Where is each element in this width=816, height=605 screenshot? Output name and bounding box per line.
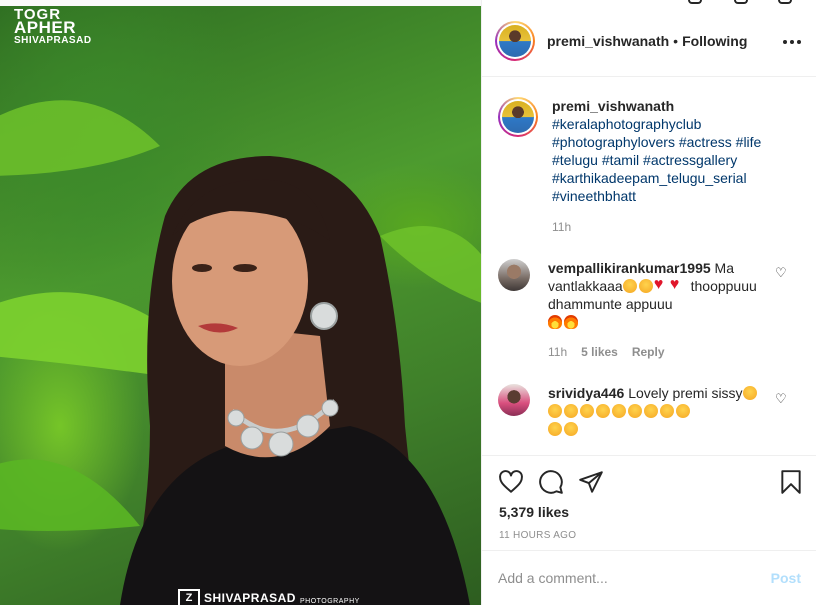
kiss-emoji-icon (564, 404, 578, 418)
photographer-watermark-top: TOGR APHER SHIVAPRASAD (14, 7, 92, 47)
hashtag-line-1[interactable]: #keralaphotographyclub (552, 115, 782, 133)
hashtag-line-5[interactable]: #vineethbhatt (552, 187, 782, 205)
comment-likes[interactable]: 5 likes (581, 343, 618, 361)
comment-item: srividya446 Lovely premi sissy (498, 384, 798, 438)
more-icon[interactable] (783, 40, 801, 44)
kiss-emoji-icon (612, 404, 626, 418)
photo-illustration (0, 100, 481, 605)
post-actions: 5,379 likes 11 HOURS AGO (482, 455, 816, 550)
commenter-avatar[interactable] (498, 259, 530, 291)
comment-body: srividya446 Lovely premi sissy (548, 384, 770, 438)
emoji-group (622, 276, 687, 294)
watermark-logo-mark: Z (178, 589, 200, 605)
watermark-sub: PHOTOGRAPHY (299, 598, 360, 605)
kiss-emoji-icon (548, 422, 562, 436)
commenter-avatar[interactable] (498, 384, 530, 416)
like-comment-icon[interactable]: ♡ (775, 266, 787, 279)
watermark-line-3: SHIVAPRASAD (14, 35, 92, 46)
kiss-emoji-icon (676, 404, 690, 418)
hashtag-line-4[interactable]: #karthikadeepam_telugu_serial (552, 169, 782, 187)
heart-icon[interactable] (498, 469, 524, 495)
caption-avatar[interactable] (498, 97, 538, 137)
commenter-username[interactable]: vempallikirankumar1995 (548, 260, 711, 276)
post-photo[interactable]: TOGR APHER SHIVAPRASAD Z SHIVAPRASAD PHO… (0, 6, 481, 605)
fire-emoji-icon (548, 315, 562, 329)
comments-list[interactable]: premi_vishwanath #keralaphotographyclub … (482, 77, 816, 455)
comment-body: vempallikirankumar1995 Ma vantlakkaaa th… (548, 259, 770, 361)
caption-time[interactable]: 11h (552, 218, 782, 236)
kiss-emoji-icon (742, 386, 757, 400)
like-comment-icon[interactable]: ♡ (775, 392, 787, 405)
likes-count[interactable]: 5,379 likes (499, 504, 569, 520)
red-heart-emoji-icon (670, 276, 685, 294)
star-eyes-emoji-icon (622, 279, 637, 293)
kiss-emoji-group (548, 402, 770, 420)
caption-username[interactable]: premi_vishwanath (552, 98, 674, 114)
kiss-emoji-group-2 (548, 420, 770, 438)
post-side-panel: premi_vishwanath • Following premi_vishw… (481, 0, 816, 605)
photographer-watermark-bottom: Z SHIVAPRASAD PHOTOGRAPHY (178, 589, 360, 605)
comment-item: vempallikirankumar1995 Ma vantlakkaaa th… (498, 259, 798, 361)
watermark-name: SHIVAPRASAD (204, 591, 296, 605)
post-age[interactable]: 11 HOURS AGO (499, 530, 576, 541)
caption: premi_vishwanath #keralaphotographyclub … (498, 97, 798, 236)
kiss-emoji-icon (628, 404, 642, 418)
bookmark-icon[interactable] (778, 469, 804, 495)
comment-input[interactable] (498, 570, 771, 586)
fire-emoji-group (548, 313, 770, 331)
commenter-username[interactable]: srividya446 (548, 385, 624, 401)
header-separator: • (673, 33, 679, 49)
nav-icon-fragment (778, 0, 792, 4)
following-button[interactable]: Following (682, 33, 747, 49)
fire-emoji-icon (564, 315, 578, 329)
comment-time[interactable]: 11h (548, 343, 567, 361)
nav-icon-fragment (734, 0, 748, 4)
hashtag-line-2[interactable]: #photographylovers #actress #life (552, 133, 782, 151)
kiss-emoji-icon (548, 404, 562, 418)
caption-body: premi_vishwanath #keralaphotographyclub … (552, 97, 782, 236)
kiss-emoji-icon (564, 422, 578, 436)
post-comment-button[interactable]: Post (771, 570, 801, 586)
kiss-emoji-icon (644, 404, 658, 418)
share-icon[interactable] (578, 469, 604, 495)
hashtag-line-3[interactable]: #telugu #tamil #actressgallery (552, 151, 782, 169)
comment-meta: 11h 5 likes Reply (548, 343, 770, 361)
nav-icon-fragment (688, 0, 702, 4)
reply-button[interactable]: Reply (632, 343, 665, 361)
kiss-emoji-icon (596, 404, 610, 418)
watermark-line-2: APHER (14, 18, 77, 37)
author-avatar[interactable] (495, 21, 535, 61)
comment-text: Lovely premi sissy (628, 385, 743, 401)
kiss-emoji-icon (660, 404, 674, 418)
red-heart-emoji-icon (654, 276, 669, 294)
comment-icon[interactable] (538, 469, 564, 495)
star-eyes-emoji-icon (638, 279, 653, 293)
author-username[interactable]: premi_vishwanath (547, 33, 669, 49)
post-header: premi_vishwanath • Following (482, 6, 816, 77)
kiss-emoji-icon (580, 404, 594, 418)
add-comment-bar: Post (482, 550, 816, 605)
